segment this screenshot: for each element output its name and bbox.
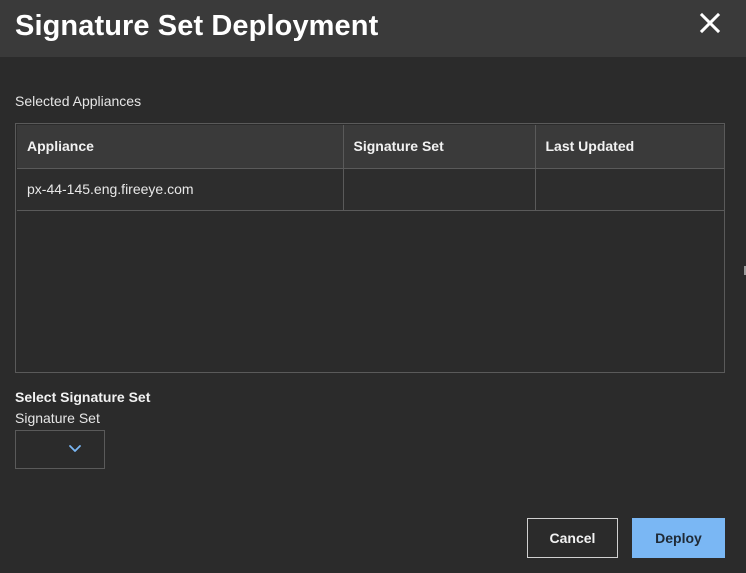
cell-appliance: px-44-145.eng.fireeye.com [17,167,344,211]
appliances-table-container: Appliance Signature Set Last Updated px-… [15,123,725,373]
table-row[interactable]: px-44-145.eng.fireeye.com [17,167,725,211]
dialog-title: Signature Set Deployment [15,10,379,42]
column-header-last-updated[interactable]: Last Updated [534,125,725,169]
cell-signature-set [342,167,536,211]
close-button[interactable] [696,9,724,37]
signature-set-dropdown[interactable] [15,430,105,469]
signature-set-deployment-dialog: Signature Set Deployment Selected Applia… [0,0,746,573]
table-header-row: Appliance Signature Set Last Updated [17,125,725,169]
select-signature-set-heading: Select Signature Set [15,389,151,405]
signature-set-field-label: Signature Set [15,410,100,426]
column-header-appliance[interactable]: Appliance [17,125,344,169]
cancel-button[interactable]: Cancel [527,518,618,558]
close-icon [699,12,721,34]
chevron-down-icon [69,445,81,452]
column-header-signature-set[interactable]: Signature Set [342,125,536,169]
deploy-button[interactable]: Deploy [632,518,725,558]
selected-appliances-label: Selected Appliances [15,93,142,109]
appliances-table: Appliance Signature Set Last Updated px-… [17,125,725,211]
cell-last-updated [534,167,725,211]
dialog-header: Signature Set Deployment [0,0,746,57]
